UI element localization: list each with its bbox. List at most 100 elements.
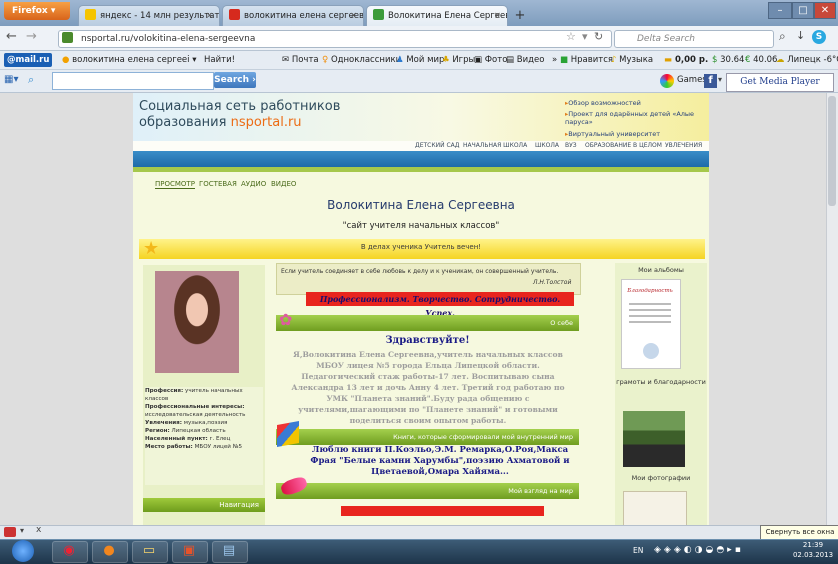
profile-label: Профессиональные интересы:: [145, 404, 245, 410]
search-input[interactable]: Delta Search: [614, 30, 774, 48]
category-hobbies[interactable]: УВЛЕЧЕНИЯ: [665, 142, 702, 149]
motto-text: В делах ученика Учитель вечен!: [360, 243, 482, 251]
certificate-line: [629, 315, 671, 317]
bookmark-odnoklassniki[interactable]: ♀ Одноклассники: [322, 51, 401, 69]
tab-label: Волокитина Елена Сергеевна | "сай...: [388, 11, 507, 21]
category-kindergarten[interactable]: ДЕТСКИЙ САД: [415, 142, 459, 149]
clock-date: 02.03.2013: [792, 551, 834, 559]
category-primary-school[interactable]: НАЧАЛЬНАЯ ШКОЛА: [463, 142, 527, 149]
tab-nsportal-active[interactable]: Волокитина Елена Сергеевна | "сай...×: [366, 5, 508, 26]
bookmark-mail[interactable]: ✉ Почта: [282, 51, 319, 69]
language-indicator[interactable]: EN: [633, 546, 643, 555]
site-identity-icon[interactable]: [62, 32, 73, 43]
slogan-banner: Профессионализм. Творчество. Сотрудничес…: [306, 292, 574, 318]
reload-icon[interactable]: ↻: [594, 30, 603, 43]
category-school[interactable]: ШКОЛА: [535, 142, 559, 149]
scrollbar-thumb[interactable]: [828, 96, 836, 206]
wallet-balance[interactable]: ▬ 0,00 р.: [664, 51, 708, 69]
tab-yandex-search[interactable]: яндекс - 14 млн результатов. Поиск...×: [78, 5, 220, 26]
profile-label: Место работы:: [145, 444, 193, 450]
close-tab-icon[interactable]: ×: [350, 6, 357, 26]
addon-dropdown-icon[interactable]: ▾: [20, 526, 24, 535]
books-text: Люблю книги П.Коэльо,Э.М. Ремарка,О.Роя,…: [310, 445, 570, 477]
profile-value[interactable]: МБОУ лицей №5: [195, 444, 243, 450]
maximize-button[interactable]: □: [792, 2, 814, 19]
certificate-title: Благодарность: [627, 288, 673, 294]
tab-label: волокитина елена сергеевна — Янд...: [244, 11, 364, 21]
bookmark-photo[interactable]: ▣ Фото: [474, 51, 507, 69]
toolbar-search-input[interactable]: [52, 72, 214, 90]
minimize-button[interactable]: –: [768, 2, 792, 19]
url-input[interactable]: nsportal.ru/volokitina-elena-sergeevna: [58, 30, 612, 48]
facebook-dropdown-icon[interactable]: ▾: [718, 75, 722, 84]
tab-audio[interactable]: АУДИО: [241, 180, 266, 188]
back-arrow-icon[interactable]: ←: [6, 29, 17, 44]
folder-icon: ▭: [142, 543, 156, 558]
firefox-menu-button[interactable]: Firefox ▾: [4, 2, 70, 20]
category-university[interactable]: ВУЗ: [565, 142, 577, 149]
media-player-plugin-button[interactable]: Get Media Player Plugin: [726, 73, 834, 104]
weather[interactable]: ☁ Липецк -6°C: [776, 51, 838, 69]
addon-icon[interactable]: [4, 527, 16, 537]
nsportal-page: Социальная сеть работников образования n…: [133, 93, 709, 525]
query-text: волокитина елена сергееі: [72, 55, 190, 65]
tray-icons[interactable]: ◈◈◈◐◑◒◓▸▪: [654, 545, 744, 555]
new-tab-button[interactable]: +: [510, 7, 530, 24]
bookmark-music[interactable]: ♪ Музыка: [611, 51, 653, 69]
tab-guestbook[interactable]: ГОСТЕВАЯ: [199, 180, 237, 188]
close-window-button[interactable]: ✕: [814, 2, 836, 19]
mailru-logo[interactable]: @mail.ru: [4, 53, 53, 67]
header-link-overview[interactable]: Обзор возможностей: [565, 99, 641, 107]
search-magnifier-icon[interactable]: ⌕: [779, 29, 786, 44]
games-link[interactable]: Games: [677, 75, 707, 85]
find-button[interactable]: Найти!: [204, 51, 235, 69]
clock[interactable]: 21:39 02.03.2013: [790, 540, 836, 560]
tab-yandex-query[interactable]: волокитина елена сергеевна — Янд...×: [222, 5, 364, 26]
tab-video[interactable]: ВИДЕО: [271, 180, 296, 188]
toolbar-search-button[interactable]: Search ›: [214, 72, 256, 88]
more-bookmarks-chevron-icon[interactable]: »: [552, 51, 557, 69]
clock-time: 21:39: [802, 541, 824, 549]
close-tab-icon[interactable]: ×: [494, 6, 501, 26]
bookmark-my-world[interactable]: ♟ Мой мир: [396, 51, 444, 69]
eur-rate[interactable]: € 40.06: [745, 51, 777, 69]
photos-caption[interactable]: Мои фотографии: [615, 474, 707, 482]
category-education-general[interactable]: ОБРАЗОВАНИЕ В ЦЕЛОМ: [585, 142, 662, 149]
red-banner: [341, 506, 544, 516]
close-addon-bar-icon[interactable]: x: [36, 525, 41, 535]
music-icon: ♪: [611, 55, 617, 65]
bookmark-label: Видео: [516, 55, 545, 65]
download-icon[interactable]: ↓: [796, 29, 805, 42]
profile-hobbies: Увлечения: музыка,поэзия: [145, 419, 263, 427]
flag-icon[interactable]: ▦▾: [4, 74, 18, 85]
bookmark-video[interactable]: ▤ Видео: [506, 51, 544, 69]
site-logo-line1[interactable]: Социальная сеть работников: [139, 99, 340, 114]
start-button[interactable]: [12, 540, 34, 562]
bookmark-like[interactable]: ■ Нравится: [560, 51, 613, 69]
dollar-icon: $: [712, 55, 718, 65]
tab-view[interactable]: ПРОСМОТР: [155, 180, 195, 189]
mailru-query-field[interactable]: ● волокитина елена сергееі ▾: [62, 51, 196, 69]
bookmark-star-icon[interactable]: ☆: [566, 30, 576, 43]
flower-icon: ✿: [279, 310, 293, 329]
facebook-icon[interactable]: f: [704, 74, 717, 88]
usd-rate[interactable]: $ 30.64: [712, 51, 744, 69]
bookmark-games[interactable]: ♣ Игры: [442, 51, 475, 69]
header-link-alye-parusa[interactable]: Проект для одарённых детей «Алые паруса»: [565, 110, 705, 126]
about-text: Я,Волокитина Елена Сергеевна,учитель нач…: [291, 350, 565, 425]
photo-album-thumbnail[interactable]: [623, 411, 685, 467]
certificates-caption[interactable]: грамоты и благодарности: [615, 378, 707, 387]
yandex-logo-icon: ●: [62, 55, 70, 65]
skype-icon[interactable]: S: [812, 30, 826, 44]
logo-brand: nsportal.ru: [230, 115, 302, 130]
forward-arrow-icon[interactable]: →: [26, 29, 37, 44]
photo-icon: ▣: [474, 55, 483, 65]
weather-value: Липецк -6°C: [787, 55, 838, 65]
header-link-virtual-university[interactable]: Виртуальный университет: [565, 130, 660, 138]
profile-label: Населенный пункт:: [145, 436, 208, 442]
dropdown-arrow-icon[interactable]: ▾: [582, 30, 588, 43]
site-logo-line2[interactable]: образования nsportal.ru: [139, 115, 302, 130]
close-tab-icon[interactable]: ×: [206, 6, 213, 26]
album-thumbnail[interactable]: [623, 491, 687, 525]
search-globe-icon[interactable]: ⌕: [28, 73, 34, 87]
